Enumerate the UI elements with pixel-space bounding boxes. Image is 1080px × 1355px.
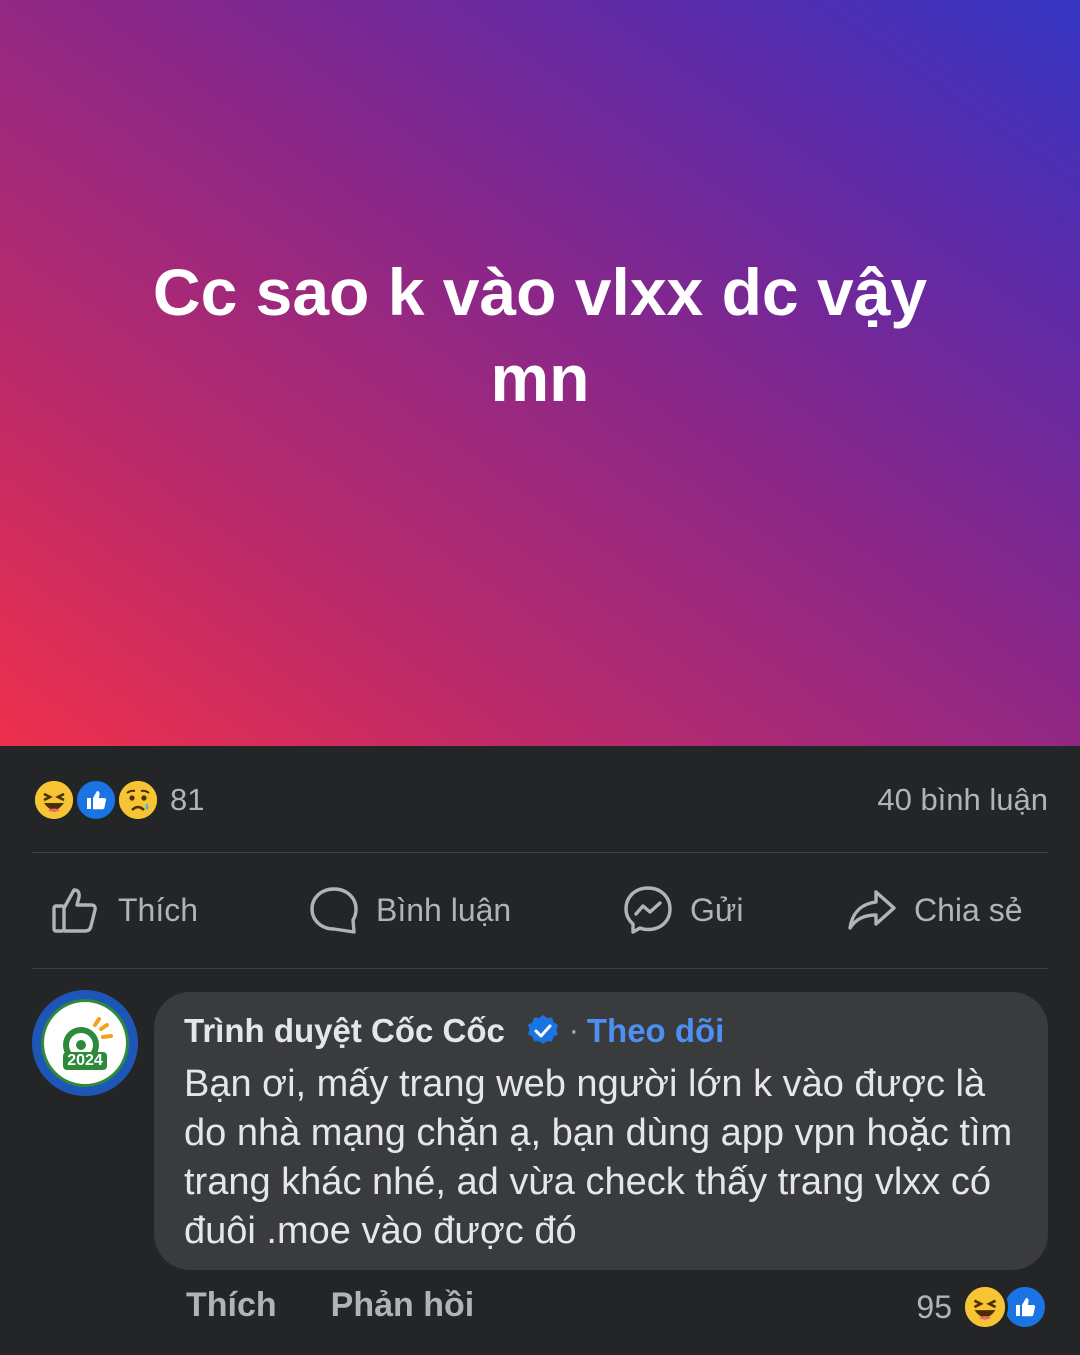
comment-reaction-count: 95	[916, 1288, 952, 1325]
comment-button[interactable]: Bình luận	[308, 882, 511, 938]
share-button[interactable]: Chia sẻ	[846, 882, 1023, 938]
comment-like-button[interactable]: Thích	[186, 1286, 277, 1332]
separator-dot: ·	[568, 1014, 579, 1047]
comment-header: Trình duyệt Cốc Cốc · Theo dõi	[184, 1008, 1018, 1054]
share-arrow-icon	[848, 890, 896, 930]
send-button[interactable]: Gửi	[622, 882, 743, 938]
comment-reaction-summary[interactable]: 95	[916, 1282, 1048, 1332]
sad-icon	[116, 778, 160, 822]
post-text: Cc sao k vào vlxx dc vậy mn	[152, 255, 928, 415]
comment-bubble[interactable]: Trình duyệt Cốc Cốc · Theo dõi Bạn ơi, m…	[154, 992, 1048, 1270]
send-label: Gửi	[690, 891, 744, 928]
post-background-banner: Cc sao k vào vlxx dc vậy mn	[0, 0, 1080, 746]
comment-count[interactable]: 40 bình luận	[877, 782, 1048, 818]
share-label: Chia sẻ	[914, 891, 1023, 928]
comment-actions: Thích Phản hồi	[186, 1286, 474, 1332]
post-action-bar: Thích Bình luận Gửi Chia sẻ	[32, 870, 1048, 954]
messenger-icon	[624, 886, 672, 934]
avatar-year-label: 2024	[63, 1052, 107, 1070]
like-icon	[1002, 1284, 1048, 1330]
divider	[32, 968, 1048, 969]
verified-badge-icon	[527, 1015, 558, 1044]
comment-reply-button[interactable]: Phản hồi	[331, 1286, 475, 1332]
reaction-summary[interactable]	[32, 778, 162, 822]
comment-author[interactable]: Trình duyệt Cốc Cốc	[184, 1012, 505, 1050]
like-button[interactable]: Thích	[50, 882, 198, 938]
coccoc-logo-icon: 2024	[41, 999, 129, 1087]
post-stats-row: 81 40 bình luận	[32, 776, 1048, 824]
comment-text: Bạn ơi, mấy trang web người lớn k vào đư…	[184, 1063, 1013, 1252]
reaction-count[interactable]: 81	[170, 782, 204, 818]
follow-button[interactable]: Theo dõi	[587, 1012, 724, 1050]
thumbs-up-icon	[52, 888, 97, 933]
comment-label: Bình luận	[376, 891, 512, 928]
like-icon	[74, 778, 118, 822]
comment-icon	[310, 887, 358, 934]
like-label: Thích	[118, 891, 199, 928]
haha-icon	[962, 1284, 1008, 1330]
divider	[32, 852, 1048, 853]
avatar[interactable]: 2024	[32, 990, 138, 1096]
haha-icon	[32, 778, 76, 822]
